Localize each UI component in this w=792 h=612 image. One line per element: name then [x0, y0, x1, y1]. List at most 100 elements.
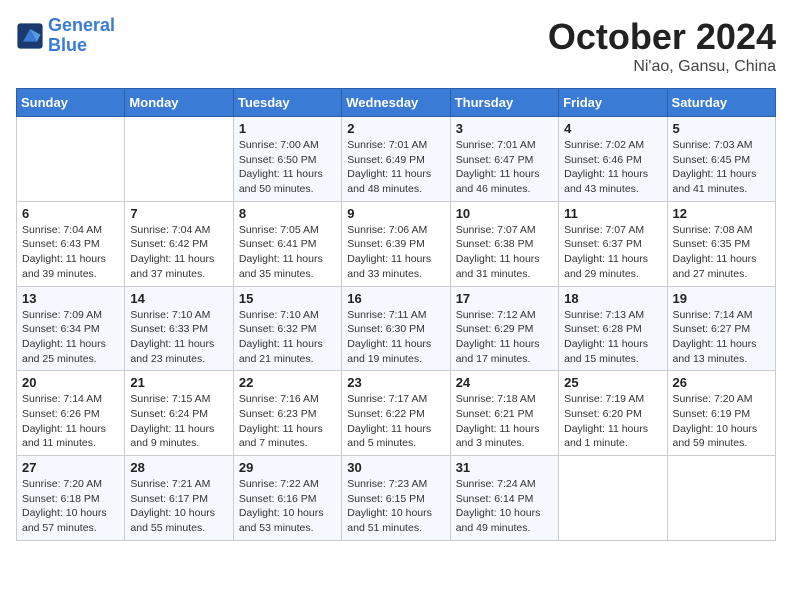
header-day-wednesday: Wednesday	[342, 89, 450, 117]
day-number: 6	[22, 206, 119, 221]
cell-info: Sunrise: 7:06 AMSunset: 6:39 PMDaylight:…	[347, 223, 444, 282]
day-number: 8	[239, 206, 336, 221]
day-number: 29	[239, 460, 336, 475]
day-number: 27	[22, 460, 119, 475]
calendar-cell: 10Sunrise: 7:07 AMSunset: 6:38 PMDayligh…	[450, 201, 558, 286]
calendar-cell: 29 Sunrise: 7:22 AMSunset: 6:16 PMDayligh…	[233, 456, 341, 541]
day-number: 15	[239, 291, 336, 306]
calendar-cell: 2 Sunrise: 7:01 AMSunset: 6:49 PMDaylight…	[342, 117, 450, 202]
calendar-cell: 6 Sunrise: 7:04 AMSunset: 6:43 PMDaylight…	[17, 201, 125, 286]
calendar-body: 1Sunrise: 7:00 AMSunset: 6:50 PMDaylight…	[17, 117, 776, 541]
calendar-week-row: 13 Sunrise: 7:09 AMSunset: 6:34 PMDayligh…	[17, 286, 776, 371]
calendar-cell: 27 Sunrise: 7:20 AMSunset: 6:18 PMDayligh…	[17, 456, 125, 541]
logo-blue: Blue	[48, 35, 87, 55]
day-number: 26	[673, 375, 770, 390]
day-number: 17	[456, 291, 553, 306]
day-number: 3	[456, 121, 553, 136]
calendar-table: SundayMondayTuesdayWednesdayThursdayFrid…	[16, 88, 776, 541]
calendar-cell: 18 Sunrise: 7:13 AMSunset: 6:28 PMDayligh…	[559, 286, 667, 371]
calendar-cell	[17, 117, 125, 202]
cell-info: Sunrise: 7:00 AMSunset: 6:50 PMDaylight:…	[239, 138, 336, 197]
day-number: 14	[130, 291, 227, 306]
header-day-monday: Monday	[125, 89, 233, 117]
cell-info: Sunrise: 7:05 AMSunset: 6:41 PMDaylight:…	[239, 223, 336, 282]
calendar-week-row: 1Sunrise: 7:00 AMSunset: 6:50 PMDaylight…	[17, 117, 776, 202]
cell-info: Sunrise: 7:08 AMSunset: 6:35 PMDaylight:…	[673, 223, 770, 282]
cell-info: Sunrise: 7:24 AMSunset: 6:14 PMDaylight:…	[456, 477, 553, 536]
day-number: 24	[456, 375, 553, 390]
cell-info: Sunrise: 7:02 AMSunset: 6:46 PMDaylight:…	[564, 138, 661, 197]
calendar-cell: 1Sunrise: 7:00 AMSunset: 6:50 PMDaylight…	[233, 117, 341, 202]
cell-info: Sunrise: 7:18 AMSunset: 6:21 PMDaylight:…	[456, 392, 553, 451]
calendar-cell: 11 Sunrise: 7:07 AMSunset: 6:37 PMDayligh…	[559, 201, 667, 286]
calendar-cell: 21Sunrise: 7:15 AMSunset: 6:24 PMDayligh…	[125, 371, 233, 456]
calendar-cell: 16 Sunrise: 7:11 AMSunset: 6:30 PMDayligh…	[342, 286, 450, 371]
calendar-cell: 28Sunrise: 7:21 AMSunset: 6:17 PMDayligh…	[125, 456, 233, 541]
cell-info: Sunrise: 7:12 AMSunset: 6:29 PMDaylight:…	[456, 308, 553, 367]
calendar-cell: 8 Sunrise: 7:05 AMSunset: 6:41 PMDaylight…	[233, 201, 341, 286]
calendar-cell: 19 Sunrise: 7:14 AMSunset: 6:27 PMDayligh…	[667, 286, 775, 371]
cell-info: Sunrise: 7:07 AMSunset: 6:38 PMDaylight:…	[456, 223, 553, 282]
logo: General Blue	[16, 16, 115, 56]
title-block: October 2024 Ni'ao, Gansu, China	[548, 16, 776, 76]
cell-info: Sunrise: 7:20 AMSunset: 6:18 PMDaylight:…	[22, 477, 119, 536]
calendar-cell: 15 Sunrise: 7:10 AMSunset: 6:32 PMDayligh…	[233, 286, 341, 371]
cell-info: Sunrise: 7:04 AMSunset: 6:43 PMDaylight:…	[22, 223, 119, 282]
calendar-cell: 17 Sunrise: 7:12 AMSunset: 6:29 PMDayligh…	[450, 286, 558, 371]
cell-info: Sunrise: 7:03 AMSunset: 6:45 PMDaylight:…	[673, 138, 770, 197]
day-number: 9	[347, 206, 444, 221]
cell-info: Sunrise: 7:01 AMSunset: 6:49 PMDaylight:…	[347, 138, 444, 197]
day-number: 2	[347, 121, 444, 136]
day-number: 25	[564, 375, 661, 390]
day-number: 19	[673, 291, 770, 306]
calendar-cell: 7Sunrise: 7:04 AMSunset: 6:42 PMDaylight…	[125, 201, 233, 286]
cell-info: Sunrise: 7:01 AMSunset: 6:47 PMDaylight:…	[456, 138, 553, 197]
calendar-cell	[667, 456, 775, 541]
day-number: 16	[347, 291, 444, 306]
month-year-title: October 2024	[548, 16, 776, 58]
header-day-tuesday: Tuesday	[233, 89, 341, 117]
cell-info: Sunrise: 7:10 AMSunset: 6:33 PMDaylight:…	[130, 308, 227, 367]
calendar-cell: 12Sunrise: 7:08 AMSunset: 6:35 PMDayligh…	[667, 201, 775, 286]
logo-text: General Blue	[48, 16, 115, 56]
calendar-week-row: 20Sunrise: 7:14 AMSunset: 6:26 PMDayligh…	[17, 371, 776, 456]
cell-info: Sunrise: 7:13 AMSunset: 6:28 PMDaylight:…	[564, 308, 661, 367]
cell-info: Sunrise: 7:16 AMSunset: 6:23 PMDaylight:…	[239, 392, 336, 451]
calendar-header: SundayMondayTuesdayWednesdayThursdayFrid…	[17, 89, 776, 117]
calendar-cell: 26Sunrise: 7:20 AMSunset: 6:19 PMDayligh…	[667, 371, 775, 456]
day-number: 4	[564, 121, 661, 136]
day-number: 13	[22, 291, 119, 306]
calendar-cell: 13 Sunrise: 7:09 AMSunset: 6:34 PMDayligh…	[17, 286, 125, 371]
calendar-cell	[125, 117, 233, 202]
cell-info: Sunrise: 7:17 AMSunset: 6:22 PMDaylight:…	[347, 392, 444, 451]
page-header: General Blue October 2024 Ni'ao, Gansu, …	[16, 16, 776, 76]
calendar-cell: 20Sunrise: 7:14 AMSunset: 6:26 PMDayligh…	[17, 371, 125, 456]
header-day-friday: Friday	[559, 89, 667, 117]
calendar-cell: 23Sunrise: 7:17 AMSunset: 6:22 PMDayligh…	[342, 371, 450, 456]
calendar-cell	[559, 456, 667, 541]
header-day-sunday: Sunday	[17, 89, 125, 117]
calendar-cell: 9 Sunrise: 7:06 AMSunset: 6:39 PMDaylight…	[342, 201, 450, 286]
calendar-cell: 4 Sunrise: 7:02 AMSunset: 6:46 PMDaylight…	[559, 117, 667, 202]
cell-info: Sunrise: 7:21 AMSunset: 6:17 PMDaylight:…	[130, 477, 227, 536]
day-number: 18	[564, 291, 661, 306]
day-number: 31	[456, 460, 553, 475]
cell-info: Sunrise: 7:09 AMSunset: 6:34 PMDaylight:…	[22, 308, 119, 367]
header-row: SundayMondayTuesdayWednesdayThursdayFrid…	[17, 89, 776, 117]
logo-icon	[16, 22, 44, 50]
cell-info: Sunrise: 7:14 AMSunset: 6:27 PMDaylight:…	[673, 308, 770, 367]
calendar-cell: 3 Sunrise: 7:01 AMSunset: 6:47 PMDaylight…	[450, 117, 558, 202]
calendar-cell: 14 Sunrise: 7:10 AMSunset: 6:33 PMDayligh…	[125, 286, 233, 371]
day-number: 11	[564, 206, 661, 221]
header-day-thursday: Thursday	[450, 89, 558, 117]
day-number: 5	[673, 121, 770, 136]
cell-info: Sunrise: 7:22 AMSunset: 6:16 PMDaylight:…	[239, 477, 336, 536]
cell-info: Sunrise: 7:11 AMSunset: 6:30 PMDaylight:…	[347, 308, 444, 367]
cell-info: Sunrise: 7:14 AMSunset: 6:26 PMDaylight:…	[22, 392, 119, 451]
cell-info: Sunrise: 7:07 AMSunset: 6:37 PMDaylight:…	[564, 223, 661, 282]
cell-info: Sunrise: 7:04 AMSunset: 6:42 PMDaylight:…	[130, 223, 227, 282]
logo-general: General	[48, 15, 115, 35]
header-day-saturday: Saturday	[667, 89, 775, 117]
cell-info: Sunrise: 7:10 AMSunset: 6:32 PMDaylight:…	[239, 308, 336, 367]
day-number: 30	[347, 460, 444, 475]
